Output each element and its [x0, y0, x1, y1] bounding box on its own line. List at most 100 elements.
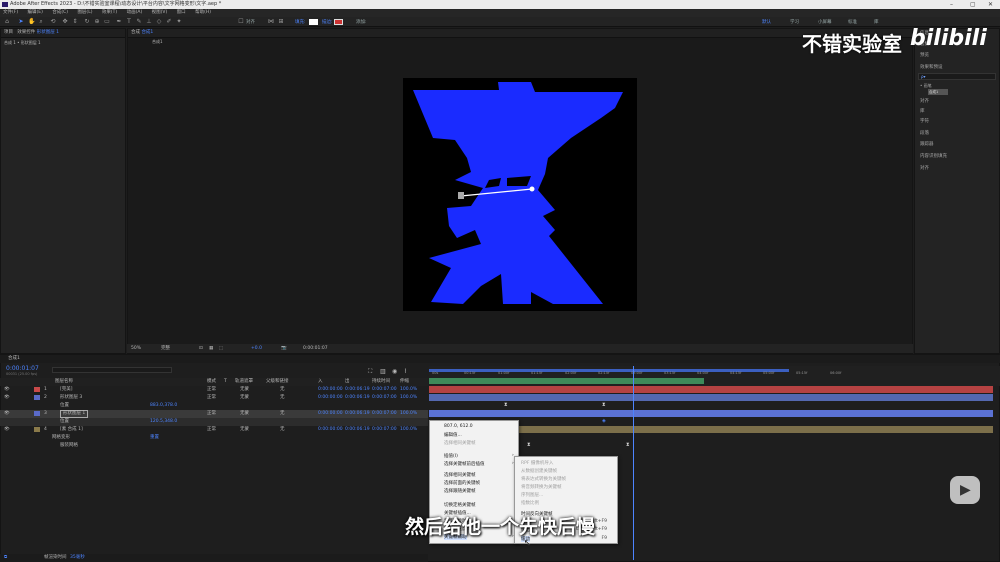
menu-item-value[interactable]: 807.0, 612.0: [444, 424, 473, 429]
layer-row-4[interactable]: 👁 4 [素 合成 1] 正常 无蒙 无 0:00:00:00 0:00:06:…: [0, 426, 428, 434]
frame-blend-icon[interactable]: ▥: [380, 368, 386, 375]
path-end-handle[interactable]: [529, 186, 535, 192]
layer-duration[interactable]: 0:00:07:00: [372, 410, 397, 418]
transparency-grid-icon[interactable]: ▦: [209, 344, 213, 353]
layer-stretch[interactable]: 100.0%: [400, 386, 417, 394]
menu-layer[interactable]: 图层(L): [77, 10, 92, 15]
layer-matte[interactable]: 无蒙: [240, 394, 249, 402]
puppet-tool-icon[interactable]: ✦: [176, 18, 182, 25]
exposure-value[interactable]: +0.0: [251, 344, 262, 353]
eraser-tool-icon[interactable]: ◇: [156, 18, 162, 25]
layer-matte[interactable]: 无蒙: [240, 386, 249, 394]
fill-swatch[interactable]: [309, 19, 318, 25]
layer-mode[interactable]: 正常: [207, 386, 216, 394]
comp-timecode[interactable]: 0:00:01:07: [303, 344, 328, 353]
layer-stretch[interactable]: 100.0%: [400, 410, 417, 418]
maximize-button[interactable]: ▢: [970, 0, 976, 9]
comp-canvas[interactable]: [403, 78, 637, 311]
panel-character[interactable]: 字符: [920, 118, 929, 124]
layer-matte[interactable]: 无蒙: [240, 426, 249, 434]
timeline-search-input[interactable]: [52, 367, 172, 373]
region-icon[interactable]: ⊡: [199, 344, 203, 353]
snap-options-icon[interactable]: ⊞: [278, 18, 284, 25]
layer-parent[interactable]: 无: [280, 426, 285, 434]
layer-row-3-selected[interactable]: 👁 3 形状图层 1 正常 无蒙 无 0:00:00:00 0:00:06:19…: [0, 410, 428, 418]
layer-out[interactable]: 0:00:06:19: [345, 394, 370, 402]
panel-paragraph[interactable]: 段落: [920, 130, 929, 136]
effect-row-mesh-warp[interactable]: 网格变形 重置: [0, 434, 428, 442]
selection-tool-icon[interactable]: ➤: [18, 18, 24, 25]
effect-row-distort-mesh[interactable]: 服装网格: [0, 442, 428, 450]
effect-reset[interactable]: 重置: [150, 434, 159, 442]
layer-in[interactable]: 0:00:00:00: [318, 386, 343, 394]
menu-composition[interactable]: 合成(C): [52, 10, 68, 15]
layer-in[interactable]: 0:00:00:00: [318, 426, 343, 434]
label-color-swatch[interactable]: [34, 427, 40, 432]
close-button[interactable]: ✕: [988, 0, 993, 9]
comp-flow-tab[interactable]: 合成1: [152, 39, 163, 44]
layer-out[interactable]: 0:00:06:19: [345, 426, 370, 434]
panel-tracker[interactable]: 跟踪器: [920, 141, 934, 147]
menu-item-select-before-after[interactable]: 选择关键帧前后插值: [444, 461, 485, 467]
keyframe-icon[interactable]: ⧗: [504, 403, 509, 408]
label-color-swatch[interactable]: [34, 395, 40, 400]
menu-animation[interactable]: 动画(A): [127, 10, 143, 15]
layer-mode[interactable]: 正常: [207, 410, 216, 418]
menu-item-edit-value[interactable]: 编辑值...: [444, 432, 462, 438]
layer-row-1[interactable]: 👁 1 [完美] 正常 无蒙 无 0:00:00:00 0:00:06:19 0…: [0, 386, 428, 394]
tab-composition[interactable]: 合成: [131, 30, 140, 35]
menu-window[interactable]: 窗口: [177, 10, 186, 15]
layer-bar-1[interactable]: [429, 386, 993, 393]
orbit-tool-icon[interactable]: ⟲: [50, 18, 56, 25]
panel-preview[interactable]: 预览: [920, 52, 929, 58]
panel-content-aware-fill[interactable]: 内容识别填充: [920, 153, 947, 159]
layer-parent[interactable]: 无: [280, 386, 285, 394]
submenu-from-data[interactable]: 从数据创建关键帧: [521, 468, 557, 474]
path-start-handle[interactable]: [458, 192, 464, 199]
workspace-standard[interactable]: 标准: [848, 19, 857, 25]
align-checkbox[interactable]: ☐: [238, 18, 244, 25]
menu-item-interpolation[interactable]: 插值(I): [444, 453, 458, 459]
visibility-eye-icon[interactable]: 👁: [4, 426, 10, 434]
visibility-eye-icon[interactable]: 👁: [4, 394, 10, 402]
type-tool-icon[interactable]: T: [126, 18, 132, 25]
layer-parent[interactable]: 无: [280, 394, 285, 402]
layer-duration[interactable]: 0:00:07:00: [372, 394, 397, 402]
menu-item-select-same[interactable]: 选择相同关键帧: [444, 472, 476, 478]
property-value[interactable]: 120.5,348.0: [150, 418, 177, 426]
workspace-libraries[interactable]: 库: [874, 19, 879, 25]
menu-item-toggle-hold[interactable]: 切换定格关键帧: [444, 502, 476, 508]
layer-name[interactable]: 形状图层 1: [60, 410, 89, 418]
menu-file[interactable]: 文件(F): [3, 10, 18, 15]
pan-tool-icon[interactable]: ✥: [62, 18, 68, 25]
camera-icon[interactable]: 📷: [281, 344, 287, 353]
layer-mode[interactable]: 正常: [207, 394, 216, 402]
tab-effect-controls[interactable]: 效果控件: [17, 30, 35, 35]
clone-tool-icon[interactable]: ⊥: [146, 18, 152, 25]
brush-tool-icon[interactable]: ✎: [136, 18, 142, 25]
tab-project[interactable]: 项目: [4, 30, 13, 35]
anchor-tool-icon[interactable]: ⊕: [94, 18, 100, 25]
shy-icon[interactable]: ⛶: [368, 368, 372, 376]
workspace-default[interactable]: 默认: [762, 19, 771, 25]
panel-libraries[interactable]: 库: [920, 108, 925, 114]
workspace-learn[interactable]: 学习: [790, 19, 799, 25]
dolly-tool-icon[interactable]: ⇕: [72, 18, 78, 25]
layer-mode[interactable]: 正常: [207, 426, 216, 434]
effects-search-input[interactable]: ρ▾: [918, 73, 996, 80]
visibility-eye-icon[interactable]: 👁: [4, 386, 10, 394]
rectangle-tool-icon[interactable]: ▭: [104, 18, 110, 25]
play-overlay-icon[interactable]: ▶: [950, 476, 980, 504]
submenu-expr-to-key[interactable]: 将表达式转换为关键帧: [521, 476, 566, 482]
menu-item-select-equal[interactable]: 选择相同关键帧: [444, 440, 476, 446]
keyframe-icon[interactable]: ◈: [602, 419, 607, 424]
menu-item-select-previous[interactable]: 选择前面的关键帧: [444, 480, 480, 486]
menu-item-select-following[interactable]: 选择跟随关键帧: [444, 488, 476, 494]
keyframe-icon[interactable]: ⧗: [602, 403, 607, 408]
layer-name[interactable]: [完美]: [60, 386, 73, 394]
layer-name[interactable]: [素 合成 1]: [60, 426, 83, 434]
panel-align-2[interactable]: 对齐: [920, 165, 929, 171]
layer-out[interactable]: 0:00:06:19: [345, 386, 370, 394]
visibility-eye-icon[interactable]: 👁: [4, 410, 10, 418]
timeline-timecode[interactable]: 0:00:01:07: [6, 365, 39, 372]
